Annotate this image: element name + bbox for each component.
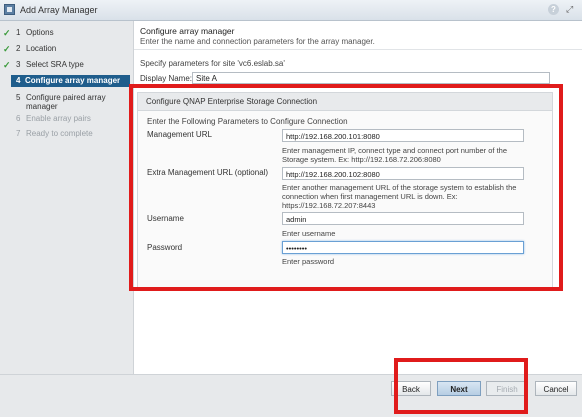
cancel-button[interactable]: Cancel — [535, 381, 577, 396]
app-icon — [4, 4, 15, 15]
step-location[interactable]: ✓ 2 Location — [0, 43, 133, 55]
checkmark-icon: ✓ — [3, 44, 11, 54]
step-options[interactable]: ✓ 1 Options — [0, 27, 133, 39]
step-select-sra-type[interactable]: ✓ 3 Select SRA type — [0, 59, 133, 71]
question-icon[interactable]: ? — [548, 4, 559, 15]
checkmark-icon: ✓ — [3, 60, 11, 70]
divider — [134, 49, 582, 50]
step-enable-array-pairs: 6 Enable array pairs — [16, 114, 91, 123]
step-configure-paired-array-manager[interactable]: 5 Configure paired array manager — [0, 92, 133, 114]
display-name-input[interactable]: Site A — [192, 72, 550, 84]
highlight-box-buttons — [394, 358, 528, 414]
highlight-box-connection — [129, 84, 563, 291]
checkmark-icon: ✓ — [3, 28, 11, 38]
step-configure-array-manager[interactable]: 4 Configure array manager — [11, 75, 130, 87]
page-subtitle: Enter the name and connection parameters… — [140, 37, 375, 46]
step-ready-to-complete: 7 Ready to complete — [16, 129, 93, 138]
display-name-label: Display Name: — [140, 74, 193, 83]
page-title: Configure array manager — [140, 26, 235, 36]
window-title: Add Array Manager — [20, 5, 98, 15]
title-bar: Add Array Manager ? ⤢ — [0, 0, 582, 21]
expand-icon[interactable]: ⤢ — [566, 4, 576, 14]
wizard-steps-sidebar: ✓ 1 Options ✓ 2 Location ✓ 3 Select SRA … — [0, 21, 134, 374]
site-params-text: Specify parameters for site 'vc6.eslab.s… — [140, 59, 285, 68]
